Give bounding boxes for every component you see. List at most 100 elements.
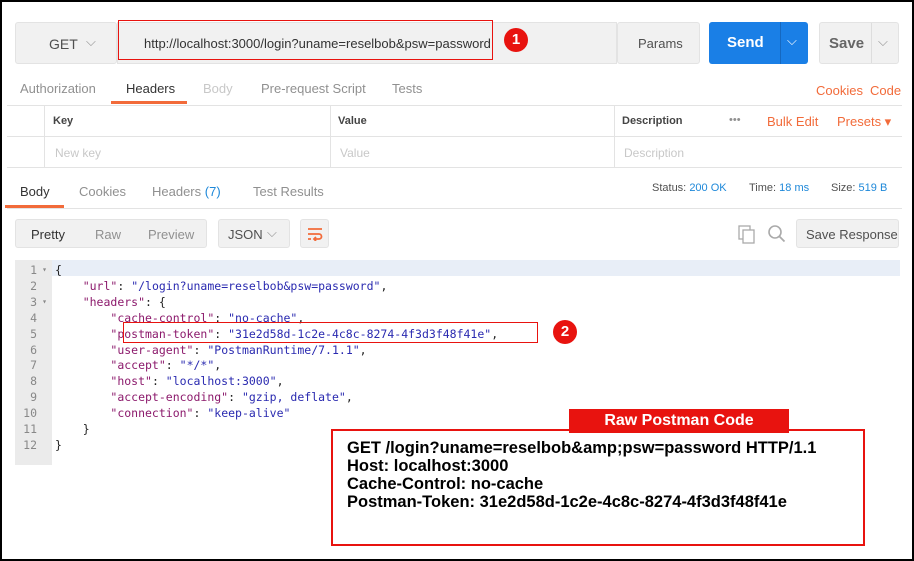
column-value: Value	[338, 115, 367, 127]
headers-count: (7)	[204, 184, 221, 199]
time-value: 18 ms	[779, 182, 810, 194]
chevron-down-icon: ⌵	[86, 34, 96, 49]
json-punctuation	[55, 295, 83, 309]
fold-toggle-icon[interactable]: ▾	[37, 262, 47, 278]
json-punctuation: : {	[145, 294, 166, 309]
fold-toggle-icon[interactable]: ▾	[37, 294, 47, 310]
line-number: 12	[23, 437, 37, 452]
view-mode-group: Pretty Raw Preview	[15, 219, 207, 248]
annotation-box-1	[118, 20, 493, 60]
tab-headers[interactable]: Headers	[126, 81, 175, 96]
line-number: 2	[30, 278, 37, 293]
status-label: Status:	[652, 182, 687, 194]
new-value-input[interactable]: Value	[340, 146, 370, 160]
raw-line: Host: localhost:3000	[347, 457, 509, 475]
json-key: "connection"	[110, 406, 194, 421]
raw-line: Postman-Token: 31e2d58d-1c2e-4c8c-8274-4…	[347, 493, 787, 511]
json-key: "user-agent"	[110, 342, 194, 357]
line-number: 4	[30, 310, 37, 325]
line-number: 9	[30, 390, 37, 405]
annotation-badge-2: 2	[553, 320, 577, 344]
json-key: "accept"	[110, 358, 166, 373]
code-link[interactable]: Code	[870, 83, 901, 98]
format-select[interactable]: JSON ⌵	[218, 219, 290, 248]
json-punctuation	[55, 374, 110, 388]
view-pretty[interactable]: Pretty	[31, 227, 65, 242]
json-key: "accept-encoding"	[110, 390, 229, 405]
line-number: 6	[30, 342, 37, 357]
column-description: Description	[622, 115, 683, 127]
json-punctuation: ,	[276, 374, 284, 389]
presets-dropdown[interactable]: Presets ▾	[837, 114, 891, 130]
bulk-edit-link[interactable]: Bulk Edit	[767, 114, 818, 129]
more-options-icon[interactable]: •••	[729, 114, 741, 126]
save-label: Save	[829, 35, 865, 52]
code-text: "host": "localhost:3000",	[55, 373, 284, 389]
tab-body[interactable]: Body	[203, 81, 233, 96]
new-description-input[interactable]: Description	[624, 146, 684, 160]
raw-line: GET /login?uname=reselbob&amp;psw=passwo…	[347, 439, 817, 457]
json-key: "host"	[110, 374, 152, 389]
tab-tests[interactable]: Tests	[392, 81, 422, 96]
json-punctuation: }	[55, 437, 62, 452]
json-string: "/login?uname=reselbob&psw=password"	[131, 278, 381, 293]
time-readout: Time: 18 ms	[749, 182, 809, 194]
status-value: 200 OK	[689, 182, 727, 194]
copy-icon[interactable]	[738, 225, 756, 245]
new-key-input[interactable]: New key	[55, 146, 101, 160]
status-readout: Status: 200 OK	[652, 182, 727, 194]
params-button[interactable]: Params	[617, 22, 700, 64]
code-text: "headers": {	[55, 294, 166, 310]
json-string: "localhost:3000"	[165, 374, 277, 389]
json-string: "gzip, deflate"	[241, 390, 346, 405]
time-label: Time:	[749, 182, 777, 194]
annotation-badge-1: 1	[504, 28, 528, 52]
line-number: 1	[30, 263, 37, 277]
tab-authorization[interactable]: Authorization	[20, 81, 96, 96]
json-punctuation	[55, 390, 110, 404]
response-tab-cookies[interactable]: Cookies	[79, 184, 126, 199]
view-raw[interactable]: Raw	[95, 227, 121, 242]
size-readout: Size: 519 B	[831, 182, 887, 194]
line-number: 7	[30, 358, 37, 373]
postman-window: GET ⌵ http://localhost:3000/login?uname=…	[2, 2, 912, 559]
json-punctuation: ,	[380, 278, 388, 293]
column-key: Key	[53, 115, 74, 127]
response-tab-headers[interactable]: Headers (7)	[152, 184, 221, 199]
json-punctuation: :	[228, 390, 242, 405]
json-punctuation	[55, 358, 110, 372]
json-punctuation: {	[55, 263, 62, 277]
save-dropdown-icon[interactable]: ⌵	[878, 34, 888, 50]
save-response-button[interactable]: Save Response	[796, 219, 899, 248]
json-punctuation: ,	[359, 342, 367, 357]
json-punctuation: :	[117, 278, 132, 293]
params-label: Params	[638, 36, 683, 51]
code-text: "connection": "keep-alive"	[55, 405, 290, 421]
json-string: "keep-alive"	[207, 406, 291, 421]
tab-pre-request-script[interactable]: Pre-request Script	[261, 81, 366, 96]
code-text: "accept-encoding": "gzip, deflate",	[55, 389, 352, 405]
code-text: "url": "/login?uname=reselbob&psw=passwo…	[55, 278, 388, 294]
send-button[interactable]: Send ⌵	[709, 22, 808, 64]
response-tab-body[interactable]: Body	[20, 184, 50, 199]
cookies-link[interactable]: Cookies	[816, 83, 863, 98]
format-label: JSON	[228, 227, 263, 242]
json-punctuation	[55, 343, 110, 357]
code-text: }	[55, 421, 90, 437]
send-dropdown-icon[interactable]: ⌵	[787, 33, 797, 49]
active-line-highlight	[52, 260, 900, 276]
json-key: "url"	[82, 278, 118, 293]
code-text: }	[55, 437, 62, 453]
search-icon[interactable]	[767, 224, 787, 244]
active-tab-indicator	[111, 101, 187, 104]
raw-code-title: Raw Postman Code	[569, 409, 789, 433]
wrap-lines-button[interactable]	[300, 219, 329, 248]
json-punctuation	[55, 279, 83, 293]
save-button[interactable]: Save ⌵	[819, 22, 899, 64]
line-number: 10	[23, 406, 37, 421]
size-label: Size:	[831, 182, 856, 194]
line-number: 8	[30, 374, 37, 389]
method-select[interactable]: GET ⌵	[15, 22, 117, 64]
view-preview[interactable]: Preview	[148, 227, 194, 242]
response-tab-test-results[interactable]: Test Results	[253, 184, 324, 199]
